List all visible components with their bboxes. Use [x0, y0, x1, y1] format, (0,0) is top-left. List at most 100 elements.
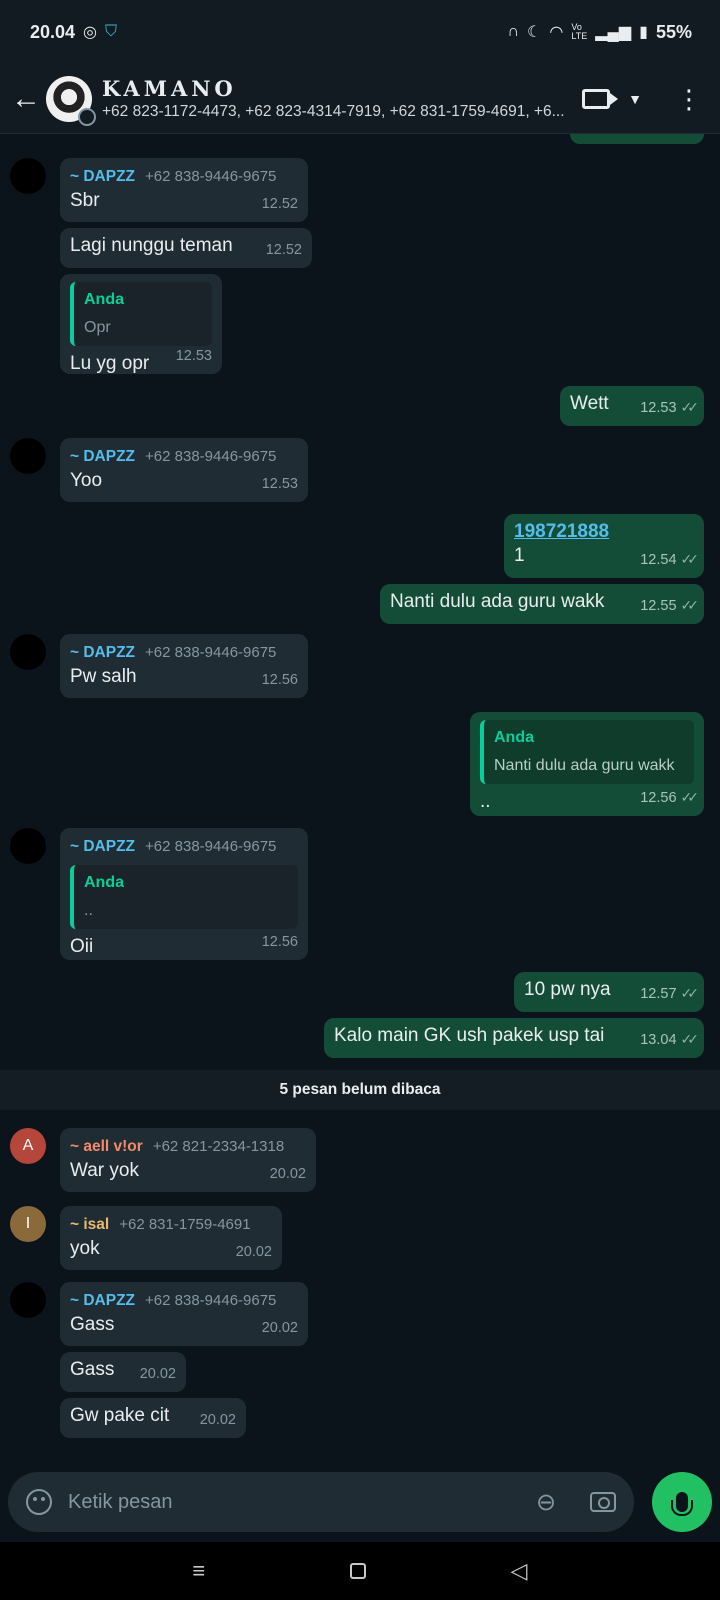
- quoted-text: Opr: [84, 319, 111, 336]
- signal-icon: ▂▄▆: [595, 24, 632, 41]
- message-time-group: 12.55 ✓✓: [640, 593, 700, 618]
- message-time: 12.56: [640, 790, 677, 806]
- unread-divider: 5 pesan belum dibaca: [0, 1070, 720, 1110]
- sender-phone: +62 821-2334-1318: [152, 1138, 285, 1155]
- video-call-button[interactable]: ▼: [582, 88, 642, 109]
- avatar[interactable]: [10, 634, 46, 670]
- back-nav-icon[interactable]: ◁: [511, 1558, 528, 1584]
- avatar[interactable]: I: [10, 1206, 46, 1242]
- read-ticks-icon: ✓✓: [680, 1031, 700, 1047]
- group-avatar[interactable]: [46, 75, 96, 126]
- sender-phone: +62 838-9446-9675: [145, 448, 277, 465]
- home-icon[interactable]: [349, 1563, 366, 1579]
- sender-name: ~ DAPZZ: [70, 644, 136, 661]
- group-members: +62 823-1172-4473, +62 823-4314-7919, +6…: [102, 103, 565, 120]
- wifi-icon: ◠: [549, 24, 564, 41]
- message-bubble[interactable]: ~ DAPZZ +62 838-9446-9675 Anda .. Oii 12.…: [60, 828, 308, 960]
- quoted-sender: Anda: [494, 729, 534, 746]
- chevron-down-icon: ▼: [628, 90, 642, 107]
- message-input[interactable]: Ketik pesan ⊘: [8, 1472, 634, 1532]
- message-time: 12.53: [640, 400, 677, 416]
- message-bubble[interactable]: Wett 12.53 ✓✓: [560, 386, 704, 426]
- message-time: 20.02: [235, 1244, 272, 1260]
- message-bubble[interactable]: ~ DAPZZ +62 838-9446-9675 Yoo 12.53: [60, 438, 308, 502]
- quoted-sender: Anda: [84, 291, 124, 308]
- quoted-message[interactable]: Anda ..: [70, 865, 298, 929]
- quoted-message[interactable]: Anda Nanti dulu ada guru wakk: [480, 720, 694, 784]
- message-bubble[interactable]: Gass 20.02: [60, 1352, 186, 1392]
- microphone-icon: [671, 1492, 693, 1516]
- message-bubble[interactable]: 10 pw nya 12.57 ✓✓: [514, 972, 704, 1012]
- moon-icon: ☾: [527, 24, 542, 41]
- read-ticks-icon: ✓✓: [680, 597, 700, 613]
- message-time-group: 12.53 ✓✓: [640, 395, 700, 420]
- sender-phone: +62 838-9446-9675: [145, 644, 277, 661]
- message-bubble[interactable]: Anda Nanti dulu ada guru wakk .. 12.56 ✓✓: [470, 712, 704, 816]
- quoted-text: Nanti dulu ada guru wakk: [494, 757, 675, 774]
- message-bubble[interactable]: ~ aell v!or +62 821-2334-1318 War yok 20.…: [60, 1128, 316, 1192]
- message-bubble[interactable]: ~ DAPZZ +62 838-9446-9675 Sbr 12.52: [60, 158, 308, 222]
- sender-phone: +62 838-9446-9675: [145, 168, 277, 185]
- message-time-group: 12.57 ✓✓: [640, 981, 700, 1006]
- avatar[interactable]: [10, 158, 46, 194]
- message-time: 20.02: [269, 1166, 306, 1182]
- message-bubble[interactable]: Lagi nunggu teman 12.52: [60, 228, 312, 268]
- headphones-icon: ∩: [507, 23, 520, 40]
- avatar[interactable]: A: [10, 1128, 46, 1164]
- sender-name: ~ aell v!or: [70, 1138, 143, 1155]
- emoji-sticker-icon[interactable]: [26, 1489, 52, 1515]
- video-camera-icon: [582, 88, 619, 109]
- voice-message-button[interactable]: [652, 1472, 712, 1532]
- message-bubble[interactable]: Gw pake cit 20.02: [60, 1398, 246, 1438]
- group-name: KAMANO: [102, 76, 237, 101]
- message-bubble[interactable]: 198721888 1 12.54 ✓✓: [504, 514, 704, 578]
- message-bubble[interactable]: Anda Opr Lu yg opr 12.53: [60, 274, 222, 374]
- chat-area[interactable]: ~ DAPZZ +62 838-9446-9675 Sbr 12.52 Lagi …: [0, 134, 720, 1472]
- camera-icon[interactable]: [590, 1492, 616, 1512]
- shop-notification-icon: ⛉: [105, 23, 118, 40]
- status-time: 20.04: [30, 21, 76, 42]
- read-ticks-icon: ✓✓: [680, 789, 700, 805]
- avatar[interactable]: [10, 1282, 46, 1318]
- message-time: 12.53: [175, 348, 212, 364]
- message-time: 12.56: [261, 672, 298, 688]
- message-bubble[interactable]: ~ DAPZZ +62 838-9446-9675 Pw salh 12.56: [60, 634, 308, 698]
- sender-name: ~ DAPZZ: [70, 448, 136, 465]
- back-arrow-icon[interactable]: ←: [8, 79, 44, 119]
- sender-phone: +62 838-9446-9675: [145, 1292, 277, 1309]
- message-link[interactable]: 198721888: [514, 520, 694, 544]
- read-ticks-icon: ✓✓: [680, 551, 700, 567]
- message-time: 12.57: [640, 986, 677, 1002]
- community-badge-icon: [78, 107, 96, 126]
- quoted-message[interactable]: Anda Opr: [70, 282, 212, 346]
- composer: Ketik pesan ⊘: [0, 1472, 720, 1542]
- message-placeholder[interactable]: Ketik pesan: [68, 1491, 536, 1514]
- sender-name: ~ DAPZZ: [70, 838, 136, 855]
- message-bubble-partial: [570, 134, 704, 144]
- read-ticks-icon: ✓✓: [680, 399, 700, 415]
- message-time: 13.04: [640, 1032, 677, 1048]
- message-bubble[interactable]: Kalo main GK ush pakek usp tai 13.04 ✓✓: [324, 1018, 704, 1058]
- avatar[interactable]: [10, 828, 46, 864]
- message-bubble[interactable]: ~ DAPZZ +62 838-9446-9675 Gass 20.02: [60, 1282, 308, 1346]
- message-time-group: 13.04 ✓✓: [640, 1027, 700, 1052]
- message-time: 12.52: [261, 196, 298, 212]
- message-time: 12.53: [261, 476, 298, 492]
- recent-apps-icon[interactable]: ≡: [192, 1558, 205, 1584]
- message-time: 20.02: [199, 1412, 236, 1428]
- message-time: 12.56: [261, 934, 298, 950]
- battery-icon: ▮: [639, 24, 648, 41]
- message-time: 20.02: [139, 1366, 176, 1382]
- message-time: 12.52: [265, 242, 302, 258]
- status-bar: 20.04 ◎ ⛉ ∩ ☾ ◠ Vo LTE ▂▄▆ ▮ 55%: [0, 0, 720, 64]
- message-time: 12.54: [640, 552, 677, 568]
- read-ticks-icon: ✓✓: [680, 985, 700, 1001]
- more-options-icon[interactable]: ⋮: [676, 86, 702, 112]
- message-time-group: 12.54 ✓✓: [640, 547, 700, 572]
- avatar[interactable]: [10, 438, 46, 474]
- message-time-group: 12.56 ✓✓: [640, 785, 700, 810]
- message-bubble[interactable]: ~ isal +62 831-1759-4691 yok 20.02: [60, 1206, 282, 1270]
- message-bubble[interactable]: Nanti dulu ada guru wakk 12.55 ✓✓: [380, 584, 704, 624]
- message-time: 20.02: [261, 1320, 298, 1336]
- group-info[interactable]: KAMANO +62 823-1172-4473, +62 823-4314-7…: [102, 76, 582, 121]
